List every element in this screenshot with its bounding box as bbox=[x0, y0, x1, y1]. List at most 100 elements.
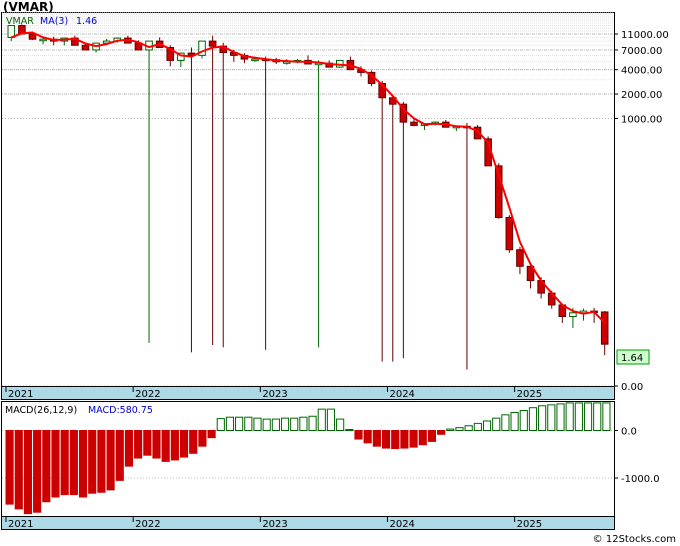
macd-bar bbox=[519, 410, 528, 431]
macd-bar bbox=[161, 430, 170, 462]
candle-body bbox=[251, 58, 259, 62]
y-tick-label: -1000.0 bbox=[621, 474, 660, 485]
macd-bar bbox=[253, 417, 262, 431]
macd-bar bbox=[418, 430, 427, 446]
y-tick-label: 2000.00 bbox=[621, 90, 662, 101]
macd-bar bbox=[308, 415, 317, 431]
y-tick-label: 0.0 bbox=[621, 427, 637, 438]
macd-bar bbox=[482, 420, 492, 431]
chart-title: (VMAR) bbox=[3, 0, 54, 14]
price-panel bbox=[1, 12, 615, 387]
macd-bar bbox=[216, 418, 225, 431]
macd-bar bbox=[556, 403, 565, 431]
macd-bar bbox=[538, 405, 547, 431]
macd-bar bbox=[547, 404, 556, 432]
macd-bar bbox=[271, 418, 280, 432]
macd-bar bbox=[391, 430, 400, 450]
y-tick-label: 4000.00 bbox=[621, 66, 662, 77]
price-legend-ticker: VMAR bbox=[6, 16, 34, 27]
x-tick-label: 2023 bbox=[262, 519, 287, 530]
macd-bar bbox=[501, 414, 510, 432]
candle-body bbox=[410, 121, 418, 126]
macd-bar bbox=[69, 430, 78, 496]
candle-body bbox=[81, 44, 90, 51]
candle-body bbox=[208, 40, 217, 47]
macd-bar bbox=[602, 402, 611, 431]
y-tick-label: 7000.00 bbox=[621, 46, 662, 57]
candle-body bbox=[600, 311, 609, 345]
x-tick-label: 2021 bbox=[8, 389, 33, 400]
macd-bar bbox=[244, 416, 253, 432]
macd-bar bbox=[152, 430, 161, 459]
macd-bar bbox=[78, 430, 88, 498]
macd-bar bbox=[33, 430, 42, 513]
macd-y-axis: 0.0 -1000.0 bbox=[614, 427, 660, 485]
macd-bar bbox=[409, 430, 418, 448]
macd-bar bbox=[179, 430, 189, 458]
macd-bar bbox=[143, 430, 152, 456]
last-price-value: 1.64 bbox=[621, 353, 643, 364]
x-tick-label: 2021 bbox=[8, 519, 33, 530]
macd-bar bbox=[60, 430, 69, 496]
price-legend-ma-label: MA(3) bbox=[40, 16, 68, 27]
macd-bar bbox=[317, 408, 326, 431]
macd-bar bbox=[574, 402, 583, 432]
macd-bar bbox=[336, 418, 345, 432]
macd-legend-label: MACD(26,12,9) bbox=[5, 405, 77, 416]
macd-bar bbox=[189, 430, 198, 454]
macd-bar bbox=[381, 430, 391, 449]
macd-bar bbox=[225, 416, 235, 432]
x-tick-label: 2022 bbox=[135, 389, 160, 400]
macd-bar bbox=[455, 427, 464, 431]
macd-bar bbox=[115, 430, 124, 481]
macd-bar bbox=[97, 430, 106, 493]
price-legend-ma-value: 1.46 bbox=[76, 16, 97, 27]
macd-bar bbox=[280, 417, 290, 431]
macd-bar bbox=[583, 402, 593, 432]
macd-bar bbox=[51, 430, 60, 498]
macd-bar bbox=[88, 430, 97, 494]
candle-body bbox=[569, 312, 577, 318]
x-tick-label: 2023 bbox=[262, 389, 287, 400]
price-y-axis: 11000.00 7000.00 4000.00 2000.00 1000.00 0.00 bbox=[614, 30, 669, 393]
macd-bar bbox=[510, 411, 519, 432]
site-credit[interactable]: © 12Stocks.com bbox=[593, 534, 676, 545]
macd-bar bbox=[446, 428, 455, 432]
macd-bar bbox=[235, 416, 244, 432]
macd-bar bbox=[299, 416, 308, 432]
macd-bar bbox=[106, 430, 115, 491]
macd-bar bbox=[400, 430, 409, 449]
macd-bar bbox=[565, 402, 574, 432]
macd-bar bbox=[5, 430, 14, 505]
x-tick-label: 2024 bbox=[389, 519, 414, 530]
macd-bar bbox=[492, 417, 501, 431]
macd-bar bbox=[290, 417, 299, 431]
candle-body bbox=[28, 33, 37, 40]
candle-body bbox=[516, 249, 524, 267]
macd-bar bbox=[170, 430, 179, 461]
x-tick-label: 2024 bbox=[389, 389, 414, 400]
macd-bar bbox=[354, 430, 363, 440]
macd-bar bbox=[473, 422, 482, 431]
macd-bar bbox=[593, 402, 602, 432]
chart-canvas: 11000.00 7000.00 4000.00 2000.00 1000.00 0.00… bbox=[1, 12, 669, 530]
macd-bar bbox=[42, 430, 51, 503]
y-tick-label: 1000.00 bbox=[621, 114, 662, 125]
macd-bar bbox=[262, 418, 271, 432]
x-tick-label: 2022 bbox=[135, 519, 160, 530]
candle-body bbox=[39, 38, 47, 42]
x-tick-label: 2025 bbox=[517, 519, 542, 530]
macd-bar bbox=[437, 430, 446, 435]
macd-bar bbox=[427, 430, 437, 442]
macd-bar bbox=[134, 430, 143, 459]
macd-bar bbox=[464, 425, 473, 431]
macd-bar bbox=[23, 430, 33, 515]
macd-bar bbox=[207, 430, 216, 439]
candle-body bbox=[505, 216, 514, 251]
macd-bar bbox=[528, 407, 538, 432]
macd-bar bbox=[198, 430, 207, 447]
macd-bar bbox=[124, 430, 134, 467]
x-tick-label: 2025 bbox=[517, 389, 542, 400]
macd-bar bbox=[372, 430, 381, 447]
y-tick-label: 11000.00 bbox=[621, 30, 669, 41]
